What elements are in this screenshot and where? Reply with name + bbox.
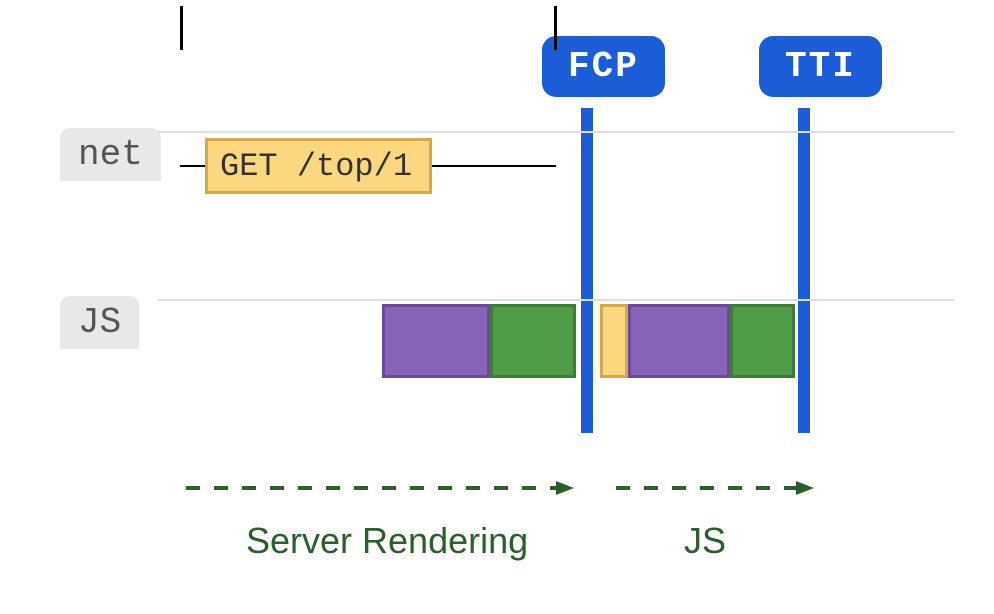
tti-marker-line	[798, 108, 810, 433]
net-lane-divider	[158, 131, 954, 133]
net-end-tick	[554, 6, 557, 50]
net-lane-label: net	[60, 128, 161, 181]
server-rendering-label: Server Rendering	[246, 520, 528, 562]
timeline-diagram: FCP TTI net GET /top/1 JS Se	[0, 0, 994, 614]
js-lane-divider	[158, 299, 954, 301]
tti-badge: TTI	[759, 36, 882, 97]
net-start-tick	[180, 6, 183, 50]
js-block-yellow	[600, 304, 628, 378]
js-block-green-1	[490, 304, 576, 378]
js-block-purple-1	[382, 304, 490, 378]
net-request-label: GET /top/1	[220, 148, 412, 185]
fcp-marker-line	[581, 108, 593, 433]
net-request-box: GET /top/1	[205, 138, 432, 194]
js-phase-arrow	[616, 478, 816, 498]
js-block-green-2	[730, 304, 795, 378]
js-phase-label: JS	[684, 520, 726, 562]
server-rendering-arrow	[186, 478, 576, 498]
fcp-badge: FCP	[542, 36, 665, 97]
js-lane-label: JS	[60, 296, 139, 349]
js-block-purple-2	[628, 304, 730, 378]
